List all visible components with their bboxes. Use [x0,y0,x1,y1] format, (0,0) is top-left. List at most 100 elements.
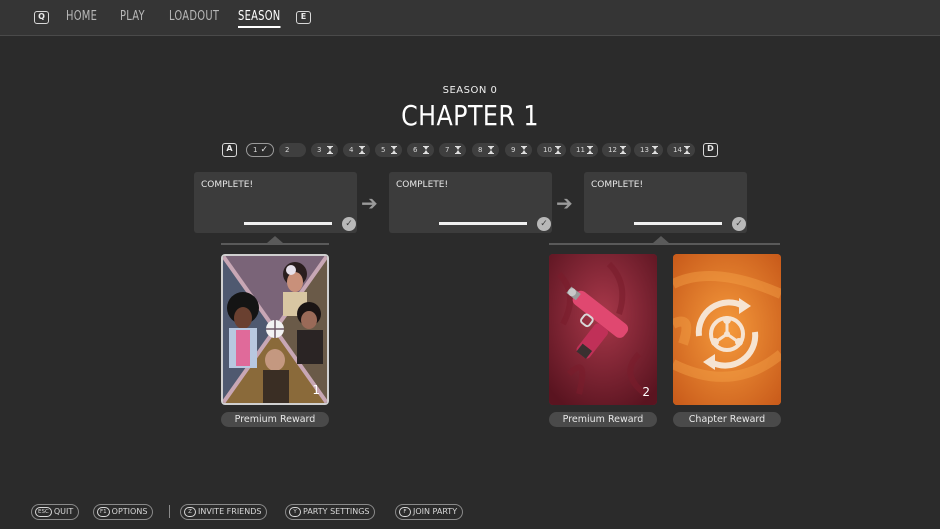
footer-divider [169,505,170,518]
progress-bar [439,222,527,225]
pistol-art [549,254,657,405]
reward-card-pistol[interactable]: 2 [549,254,657,405]
progress-bar [244,222,332,225]
reward-bracket-2 [549,236,780,245]
arrow-right-icon: ➔ [361,191,378,215]
stage-pill-3[interactable]: 3 [311,143,338,157]
stage-number: 6 [413,146,418,154]
stage-selector: A 1 ✓ 2 3 4 5 6 7 8 9 10 11 12 13 14 D [222,143,722,157]
stage-number: 2 [285,146,290,154]
characters-bundle-art [223,256,327,403]
hourglass-icon [587,146,593,154]
progress-status: COMPLETE! [396,180,449,190]
hourglass-icon [327,146,333,154]
stage-pill-2[interactable]: 2 [279,143,306,157]
hourglass-icon [423,146,429,154]
stage-next-key[interactable]: D [703,143,718,157]
key-z: Z [184,507,196,517]
progress-fill [439,222,527,225]
tab-season[interactable]: SEASON [238,9,281,28]
stage-number: 9 [511,146,516,154]
hourglass-icon [359,146,365,154]
key-y: Y [289,507,301,517]
nav-next-key[interactable]: E [296,11,311,24]
tab-play[interactable]: PLAY [120,9,145,24]
stage-number: 13 [640,146,649,154]
key-esc: ESC [35,507,52,517]
invite-friends-button[interactable]: Z INVITE FRIENDS [180,504,268,520]
hourglass-icon [391,146,397,154]
stage-pill-13[interactable]: 13 [634,143,663,157]
stage-pill-9[interactable]: 9 [505,143,532,157]
progress-card-2: COMPLETE! ✓ [389,172,552,233]
stage-number: 8 [478,146,483,154]
stage-prev-key[interactable]: A [222,143,237,157]
hint-label: JOIN PARTY [413,507,458,516]
stage-pill-8[interactable]: 8 [472,143,499,157]
progress-card-1: COMPLETE! ✓ [194,172,357,233]
reward-card-chapter[interactable] [673,254,781,405]
hourglass-icon [684,146,690,154]
hint-label: QUIT [53,507,74,516]
key-f1: F1 [97,507,110,517]
chapter-emblem-art [673,254,781,405]
stage-number: 11 [576,146,585,154]
hourglass-icon [455,146,461,154]
stage-pill-7[interactable]: 7 [439,143,466,157]
season-label: SEASON 0 [442,85,498,96]
stage-pill-6[interactable]: 6 [407,143,434,157]
stage-number: 5 [381,146,386,154]
stage-number: 3 [317,146,322,154]
progress-fill [244,222,332,225]
tab-home[interactable]: HOME [66,9,97,24]
arrow-right-icon: ➔ [556,191,573,215]
progress-fill [634,222,722,225]
progress-status: COMPLETE! [591,180,644,190]
stage-number: 12 [608,146,617,154]
bracket-notch [653,236,669,243]
check-circle-icon: ✓ [537,217,551,231]
options-button[interactable]: F1 OPTIONS [93,504,154,520]
stage-number: 10 [543,146,552,154]
reward-quantity: 1 [312,383,320,397]
reward-bracket-1 [221,236,329,245]
check-circle-icon: ✓ [732,217,746,231]
reward-label: Premium Reward [549,412,657,427]
hourglass-icon [555,146,561,154]
progress-status: COMPLETE! [201,180,254,190]
stage-pill-12[interactable]: 12 [602,143,631,157]
chapter-title: CHAPTER 1 [401,99,539,132]
hourglass-icon [652,146,658,154]
stage-number: 1 [253,146,258,154]
hint-label: PARTY SETTINGS [303,507,370,516]
key-f: F [399,507,411,517]
bracket-notch [267,236,283,243]
stage-pill-5[interactable]: 5 [375,143,402,157]
check-icon: ✓ [260,145,268,155]
reward-quantity: 2 [642,385,650,399]
stage-pill-11[interactable]: 11 [570,143,598,157]
hint-label: OPTIONS [111,507,148,516]
progress-card-3: COMPLETE! ✓ [584,172,747,233]
tab-loadout[interactable]: LOADOUT [169,9,219,24]
quit-button[interactable]: ESC QUIT [31,504,80,520]
progress-bar [634,222,722,225]
join-party-button[interactable]: F JOIN PARTY [395,504,464,520]
hourglass-icon [620,146,626,154]
stage-number: 14 [673,146,682,154]
stage-pill-10[interactable]: 10 [537,143,566,157]
stage-number: 7 [445,146,450,154]
reward-card-characters[interactable]: 1 [221,254,329,405]
stage-pill-14[interactable]: 14 [667,143,695,157]
hourglass-icon [521,146,527,154]
reward-label: Chapter Reward [673,412,781,427]
reward-label: Premium Reward [221,412,329,427]
party-settings-button[interactable]: Y PARTY SETTINGS [285,504,376,520]
hint-label: INVITE FRIENDS [198,507,262,516]
stage-pill-4[interactable]: 4 [343,143,370,157]
stage-pill-1[interactable]: 1 ✓ [246,143,274,157]
nav-prev-key[interactable]: Q [34,11,49,24]
hourglass-icon [488,146,494,154]
stage-number: 4 [349,146,354,154]
top-nav: Q HOME PLAY LOADOUT SEASON E [0,0,940,36]
